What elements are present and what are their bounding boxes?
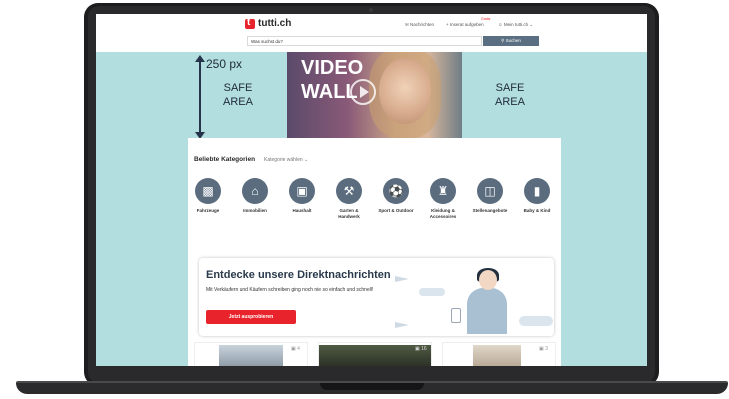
account-link[interactable]: ☺ Mein tutti.ch ⌄ [498, 22, 533, 28]
listing-card[interactable]: ▣ 4 [194, 342, 308, 366]
category-label: Immobilien [243, 208, 267, 213]
person-head [479, 270, 497, 290]
listing-card[interactable]: ▣ 16 [318, 342, 432, 366]
video-label-line1: VIDEO [301, 57, 364, 79]
direct-messages-promo: Entdecke unsere Direktnachrichten Mit Ve… [199, 258, 554, 336]
site-logo[interactable]: tutti.ch [258, 18, 291, 29]
paper-plane-icon [395, 322, 409, 328]
cloud-icon [419, 288, 445, 296]
briefcase-icon: ◫ [477, 178, 503, 204]
category-garden[interactable]: ⚒ Garten & Handwerk [329, 178, 369, 220]
tutti-logo-icon[interactable] [245, 17, 255, 29]
bottle-icon: ▮ [524, 178, 550, 204]
post-ad-badge: Gratis [481, 17, 491, 21]
category-label: Baby & Kind [523, 208, 551, 213]
armchair-icon: ▣ [289, 178, 315, 204]
house-icon: ⌂ [242, 178, 268, 204]
photo-count: ▣ 4 [291, 346, 300, 352]
category-vehicles[interactable]: ▩ Fahrzeuge [188, 178, 228, 214]
cloud-icon [519, 316, 553, 326]
search-button-label: Suchen [505, 38, 521, 43]
play-icon[interactable] [350, 79, 376, 105]
category-baby[interactable]: ▮ Baby & Kind [517, 178, 557, 214]
categories-title: Beliebte Kategorien [194, 156, 256, 163]
photo-count-value: 3 [545, 346, 548, 352]
person-illustration [467, 288, 507, 334]
video-wall[interactable]: VIDEO WALL [287, 52, 462, 138]
video-face [379, 58, 431, 124]
camera-icon [369, 8, 373, 12]
listing-card[interactable]: ▣ 3 [442, 342, 556, 366]
category-label: Haushalt [292, 208, 312, 213]
category-label: Stellenangebote [472, 208, 508, 213]
listing-image [219, 345, 283, 366]
height-arrow-line [199, 58, 201, 136]
category-label: Garten & Handwerk [338, 208, 360, 219]
arrow-up-icon [195, 55, 205, 62]
laptop-screen: tutti.ch ✉ Nachrichten Gratis + Inserat … [96, 14, 647, 366]
paper-plane-icon [395, 276, 409, 282]
safe-area-right: SAFE AREA [495, 82, 525, 108]
category-label: Fahrzeuge [196, 208, 220, 213]
category-select[interactable]: Kategorie wählen ⌄ [264, 157, 308, 163]
promo-text: Mit Verkäufern und Käufern schreiben gin… [206, 287, 374, 293]
category-select-label: Kategorie wählen [264, 157, 303, 163]
promo-title: Entdecke unsere Direktnachrichten [206, 269, 391, 281]
post-ad-link[interactable]: + Inserat aufgeben [446, 22, 484, 27]
ball-icon: ⚽ [383, 178, 409, 204]
photo-count-value: 16 [421, 346, 427, 352]
search-input[interactable]: Was suchst du? [247, 36, 482, 46]
category-sport[interactable]: ⚽ Sport & Outdoor [376, 178, 416, 214]
search-button[interactable]: ⚲ Suchen [483, 36, 539, 46]
category-clothing[interactable]: ♜ Kleidung & Accessoires [423, 178, 463, 220]
category-label: Sport & Outdoor [378, 208, 414, 213]
messages-label: Nachrichten [410, 22, 435, 27]
shirt-icon: ♜ [430, 178, 456, 204]
listing-image [473, 345, 521, 366]
height-label: 250 px [206, 57, 243, 71]
category-household[interactable]: ▣ Haushalt [282, 178, 322, 214]
safe-area-left: SAFE AREA [223, 82, 253, 108]
car-icon: ▩ [195, 178, 221, 204]
category-real-estate[interactable]: ⌂ Immobilien [235, 178, 275, 214]
photo-count: ▣ 3 [539, 346, 548, 352]
site-header: tutti.ch ✉ Nachrichten Gratis + Inserat … [96, 14, 647, 52]
phone-icon [451, 308, 461, 323]
photo-count-value: 4 [297, 346, 300, 352]
content-panel: Beliebte Kategorien Kategorie wählen ⌄ ▩… [188, 138, 561, 366]
category-label: Kleidung & Accessoires [429, 208, 457, 219]
category-jobs[interactable]: ◫ Stellenangebote [470, 178, 510, 214]
laptop-notch [320, 383, 424, 390]
try-now-button[interactable]: Jetzt ausprobieren [206, 310, 296, 324]
account-label: Mein tutti.ch [503, 22, 529, 27]
messages-link[interactable]: ✉ Nachrichten [405, 22, 434, 28]
photo-count: ▣ 16 [415, 346, 427, 352]
tools-icon: ⚒ [336, 178, 362, 204]
post-ad-label: Inserat aufgeben [449, 22, 484, 27]
